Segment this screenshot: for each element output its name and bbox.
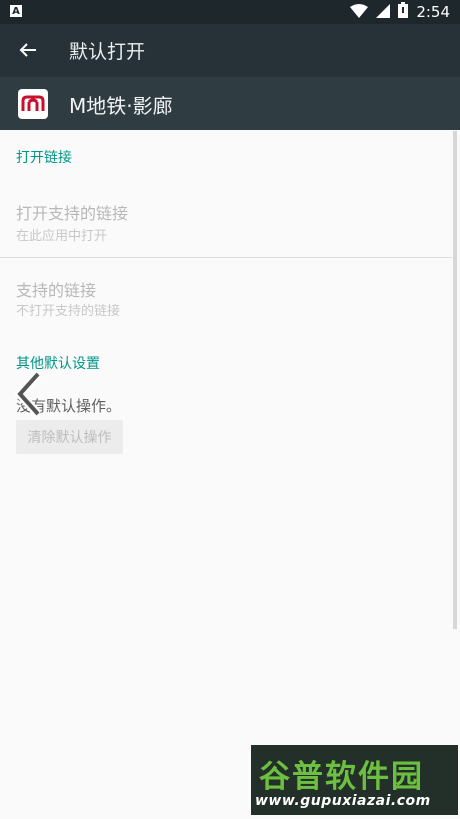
notification-badge-icon: A	[10, 5, 22, 17]
clear-defaults-button[interactable]: 清除默认操作	[16, 420, 123, 454]
scrollbar[interactable]	[453, 131, 457, 629]
clock-time: 2:54	[416, 3, 450, 21]
watermark-logo: 谷普软件园 www.gupuxiazai.com	[251, 745, 458, 815]
section-header-open-links: 打开链接	[16, 150, 72, 166]
toolbar: 默认打开	[0, 24, 460, 77]
back-arrow-icon[interactable]	[16, 38, 40, 62]
open-supported-links-pref[interactable]: 打开支持的链接 在此应用中打开	[0, 190, 452, 250]
metro-app-icon	[18, 89, 48, 119]
pref-title: 支持的链接	[16, 281, 97, 300]
divider	[0, 257, 452, 258]
signal-icon	[376, 3, 391, 22]
app-header: M地铁·影廊	[0, 77, 460, 130]
watermark-url: www.gupuxiazai.com	[255, 793, 431, 809]
pref-title: 打开支持的链接	[16, 204, 129, 223]
pref-summary: 在此应用中打开	[16, 229, 108, 244]
pref-summary: 不打开支持的链接	[16, 304, 121, 319]
app-name: M地铁·影廊	[69, 94, 173, 118]
battery-icon	[398, 2, 409, 22]
page-title: 默认打开	[69, 41, 146, 63]
wifi-icon	[350, 3, 369, 22]
supported-links-pref[interactable]: 支持的链接 不打开支持的链接	[0, 268, 452, 328]
watermark-brand: 谷普软件园	[259, 759, 424, 795]
status-bar: A 2:54	[0, 0, 460, 24]
chevron-left-icon[interactable]	[12, 370, 44, 418]
